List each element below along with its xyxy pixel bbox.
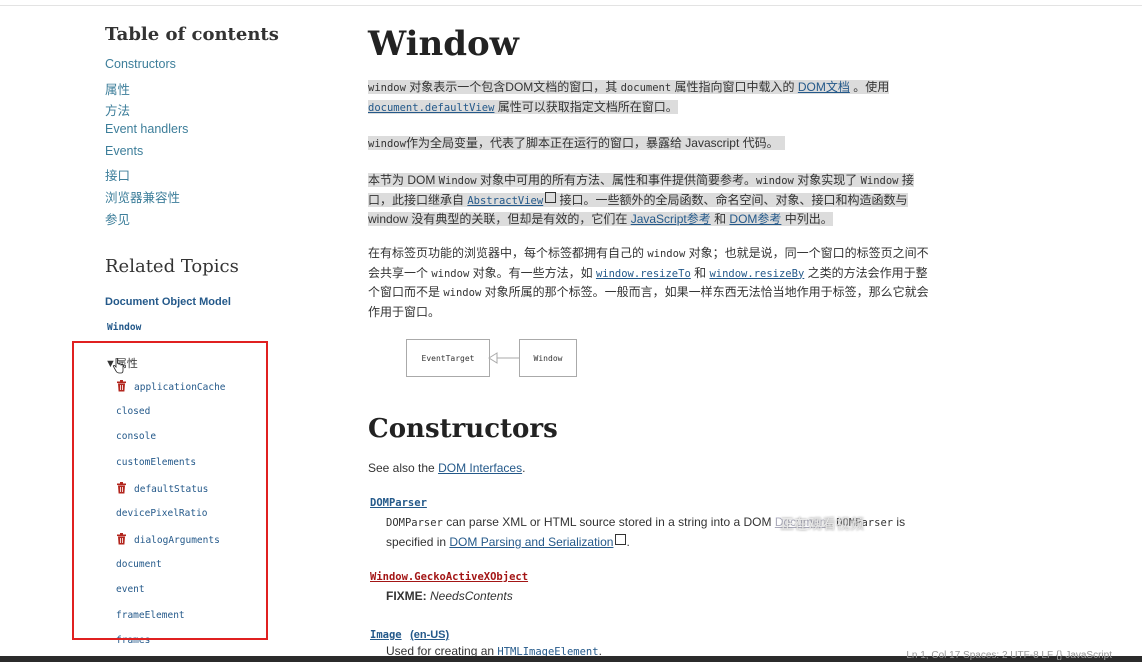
link-resize-to[interactable]: window.resizeTo [596,268,691,280]
inheritance-arrow-icon [488,352,520,364]
text: See also the [368,461,439,475]
link-js-reference[interactable]: JavaScript参考 [631,212,711,226]
related-dom-link[interactable]: Document Object Model [105,296,231,308]
diagram-eventtarget-box[interactable]: EventTarget [406,339,490,377]
constructor-domparser-link[interactable]: DOMParser [370,497,427,509]
text: 本节为 DOM [368,173,439,187]
text: 对象实现了 [793,173,861,187]
link-default-view[interactable]: document.defaultView [368,102,494,114]
status-bar-text: Ln 1, Col 17 Spaces: 2 UTF-8 LF {} JavaS… [906,650,1112,661]
text: 在有标签页功能的浏览器中，每个标签都拥有自己的 [368,246,648,260]
text: 属性指向窗口中载入的 [671,80,798,94]
text: 和 [710,212,730,226]
constructor-image-link[interactable]: Image [370,629,402,641]
text: 和 [690,265,710,280]
link-abstract-view[interactable]: AbstractView [467,195,543,207]
text: is [893,515,906,529]
text: 作为全局变量，代表了脚本正在运行的窗口，暴露给 Javascript 代码。 [405,136,779,150]
text: . [626,534,630,549]
gecko-description: FIXME: NeedsContents [386,587,946,606]
intro-paragraph-2: window作为全局变量，代表了脚本正在运行的窗口，暴露给 Javascript… [368,134,936,154]
toc-item-compat[interactable]: 浏览器兼容性 [105,187,188,209]
text: 中列出。 [781,212,833,226]
external-link-icon [545,191,557,203]
toc-item-event-handlers[interactable]: Event handlers [105,122,188,144]
toc-item-interfaces[interactable]: 接口 [105,165,188,187]
related-window-link[interactable]: Window [107,322,141,333]
toc-item-constructors[interactable]: Constructors [105,57,188,79]
toc-item-methods[interactable]: 方法 [105,100,188,122]
page-title: Window [368,24,519,64]
constructor-image-row: Image (en-US) [370,625,449,643]
top-border [0,5,1142,6]
text: 对象表示一个包含DOM文档的窗口，其 [405,80,621,94]
text: specified in [386,534,450,549]
fixme-text: NeedsContents [426,589,513,603]
intro-paragraph-4: 在有标签页功能的浏览器中，每个标签都拥有自己的 window 对象；也就是说，同… [368,244,936,321]
link-resize-by[interactable]: window.resizeBy [709,268,804,280]
intro-paragraph-3: 本节为 DOM Window 对象中可用的所有方法、属性和事件提供简要参考。wi… [368,171,936,229]
code-window: Window [860,175,899,187]
highlight-box [72,341,268,640]
code-window: window [647,248,686,260]
toc-item-properties[interactable]: 属性 [105,79,188,101]
intro-paragraph-1: window 对象表示一个包含DOM文档的窗口，其 document 属性指向窗… [368,78,936,117]
code-window: window [755,175,794,187]
constructor-image-lang-link[interactable]: (en-US) [410,629,449,641]
toc-item-events[interactable]: Events [105,144,188,166]
external-link-icon [615,533,627,545]
code-window: Window [438,175,477,187]
text: . [522,461,526,475]
related-topics-title: Related Topics [105,256,239,277]
constructors-heading: Constructors [368,414,558,444]
see-also-line: See also the DOM Interfaces. [368,459,936,478]
video-overlay-text: 正在观看视频 [780,516,864,532]
link-dom-document[interactable]: DOM文档 [798,80,850,94]
fixme-label: FIXME: [386,589,427,603]
constructor-gecko-activex-link[interactable]: Window.GeckoActiveXObject [370,571,528,583]
code-window: window [368,82,406,94]
code-window: window [443,287,482,299]
code-window: window [368,138,406,150]
code-document: document [620,82,672,94]
diagram-window-box[interactable]: Window [519,339,577,377]
text: 对象。有一些方法，如 [469,265,596,280]
code-domparser: DOMParser [386,517,443,529]
link-dom-reference[interactable]: DOM参考 [729,212,781,226]
text: 属性可以获取指定文档所在窗口。 [494,99,678,114]
text: can parse XML or HTML source stored in a… [442,515,775,529]
toc-list: Constructors 属性 方法 Event handlers Events… [105,57,188,231]
text: 。使用 [849,80,890,94]
code-window: window [431,267,470,280]
text: 对象中可用的所有方法、属性和事件提供简要参考。 [476,173,756,187]
toc-item-see-also[interactable]: 参见 [105,209,188,231]
link-dom-parsing[interactable]: DOM Parsing and Serialization [449,535,613,549]
link-dom-interfaces[interactable]: DOM Interfaces [438,461,522,475]
toc-title: Table of contents [105,24,279,45]
